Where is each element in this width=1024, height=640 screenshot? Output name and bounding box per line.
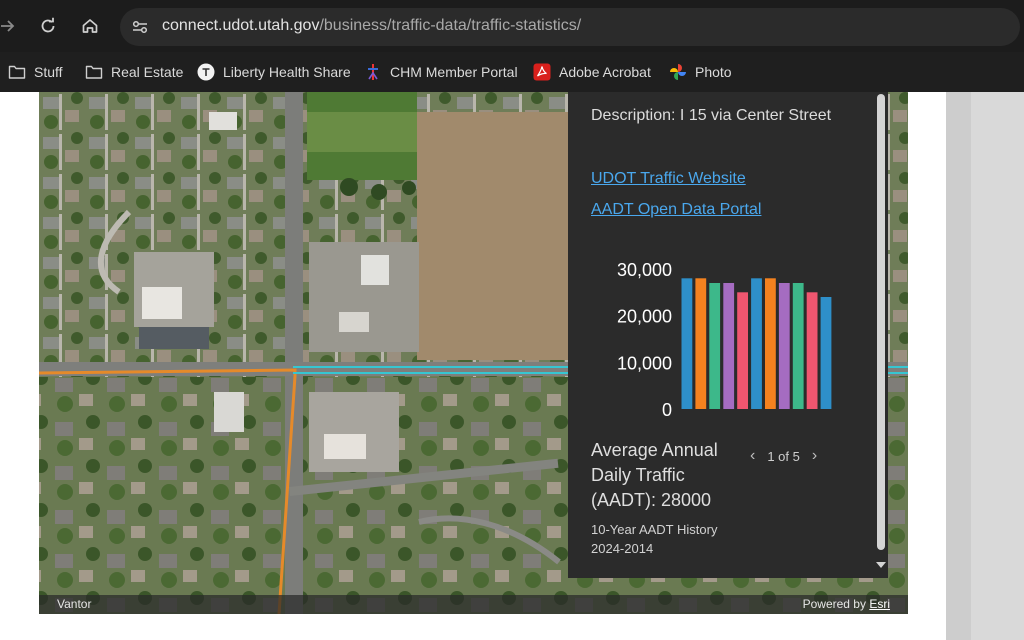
photos-pinwheel-icon [669,63,687,81]
chart-pager: ‹ 1 of 5 › [750,446,817,466]
pager-prev-icon[interactable]: ‹ [750,447,755,465]
aadt-bar[interactable] [723,283,735,409]
popup-scrollbar[interactable] [874,92,888,578]
aadt-bar[interactable] [820,297,832,409]
y-tick-label: 30,000 [617,260,672,280]
aadt-bar-chart: 30,000 20,000 10,000 0 [617,260,832,420]
aadt-bar[interactable] [778,283,790,409]
history-caption: 10-Year AADT History 2024-2014 [591,520,717,558]
history-range: 2024-2014 [591,541,654,556]
site-settings-icon[interactable] [130,17,150,37]
reload-icon[interactable] [32,10,64,42]
address-bar[interactable]: connect.udot.utah.gov/business/traffic-d… [120,8,1020,46]
page-scroll-track [971,92,1024,640]
aadt-bar[interactable] [751,278,762,409]
bookmark-stuff[interactable]: Stuff [8,60,63,84]
browser-chrome: connect.udot.utah.gov/business/traffic-d… [0,0,1024,92]
map-attribution-bar: Vantor Powered by Esri [39,595,908,614]
liberty-logo-icon [197,63,215,81]
history-title: 10-Year AADT History [591,522,718,537]
bookmark-chm-member-portal[interactable]: CHM Member Portal [364,60,518,84]
bookmark-adobe-acrobat[interactable]: Adobe Acrobat [533,60,651,84]
aadt-bar[interactable] [709,283,721,409]
bookmark-liberty-health-share[interactable]: Liberty Health Share [197,60,351,84]
bookmark-label: Real Estate [111,64,184,80]
bookmark-real-estate[interactable]: Real Estate [85,60,183,84]
home-icon[interactable] [74,10,106,42]
pager-count: 1 of 5 [767,448,800,464]
bookmark-photo[interactable]: Photo [669,60,732,84]
aadt-bar[interactable] [695,278,707,409]
bookmarks-bar: Stuff Real Estate Liberty Health Share C… [0,52,1024,92]
bookmark-label: Photo [695,64,732,80]
browser-toolbar: connect.udot.utah.gov/business/traffic-d… [0,0,1024,52]
y-tick-label: 0 [662,400,672,420]
aadt-bar[interactable] [792,283,804,409]
aadt-bar[interactable] [765,278,776,409]
aadt-bar[interactable] [806,292,818,409]
powered-by-esri: Powered by Esri [803,597,890,611]
page-right-gutter [946,92,1024,640]
y-tick-label: 20,000 [617,307,672,327]
forward-icon[interactable] [0,10,24,42]
y-tick-label: 10,000 [617,353,672,373]
scroll-down-arrow-icon[interactable] [876,562,886,568]
feature-popup: Description: I 15 via Center Street UDOT… [568,92,888,578]
bookmark-label: Liberty Health Share [223,64,351,80]
bookmark-label: Adobe Acrobat [559,64,651,80]
popup-description: Description: I 15 via Center Street [591,107,832,124]
esri-link[interactable]: Esri [869,597,890,611]
aadt-value-label: Average Annual Daily Traffic (AADT): 280… [591,440,718,510]
popup-scroll-thumb[interactable] [877,94,885,550]
chm-logo-icon [364,63,382,81]
udot-traffic-website-link[interactable]: UDOT Traffic Website [591,170,746,188]
folder-icon [85,63,103,81]
bookmark-label: Stuff [34,64,63,80]
acrobat-icon [533,63,551,81]
aadt-open-data-portal-link[interactable]: AADT Open Data Portal [591,201,761,219]
pager-next-icon[interactable]: › [812,447,817,465]
bookmark-label: CHM Member Portal [390,64,518,80]
imagery-attribution: Vantor [57,597,92,611]
page-content: Vantor Powered by Esri Description: I 15… [0,92,1024,640]
powered-by-text: Powered by [802,597,866,611]
url-host: connect.udot.utah.gov [162,17,320,34]
url-text[interactable]: connect.udot.utah.gov/business/traffic-d… [162,17,581,35]
aadt-bar[interactable] [737,292,748,409]
url-path: /business/traffic-data/traffic-statistic… [319,17,582,34]
aadt-bar[interactable] [681,278,693,409]
folder-icon [8,63,26,81]
